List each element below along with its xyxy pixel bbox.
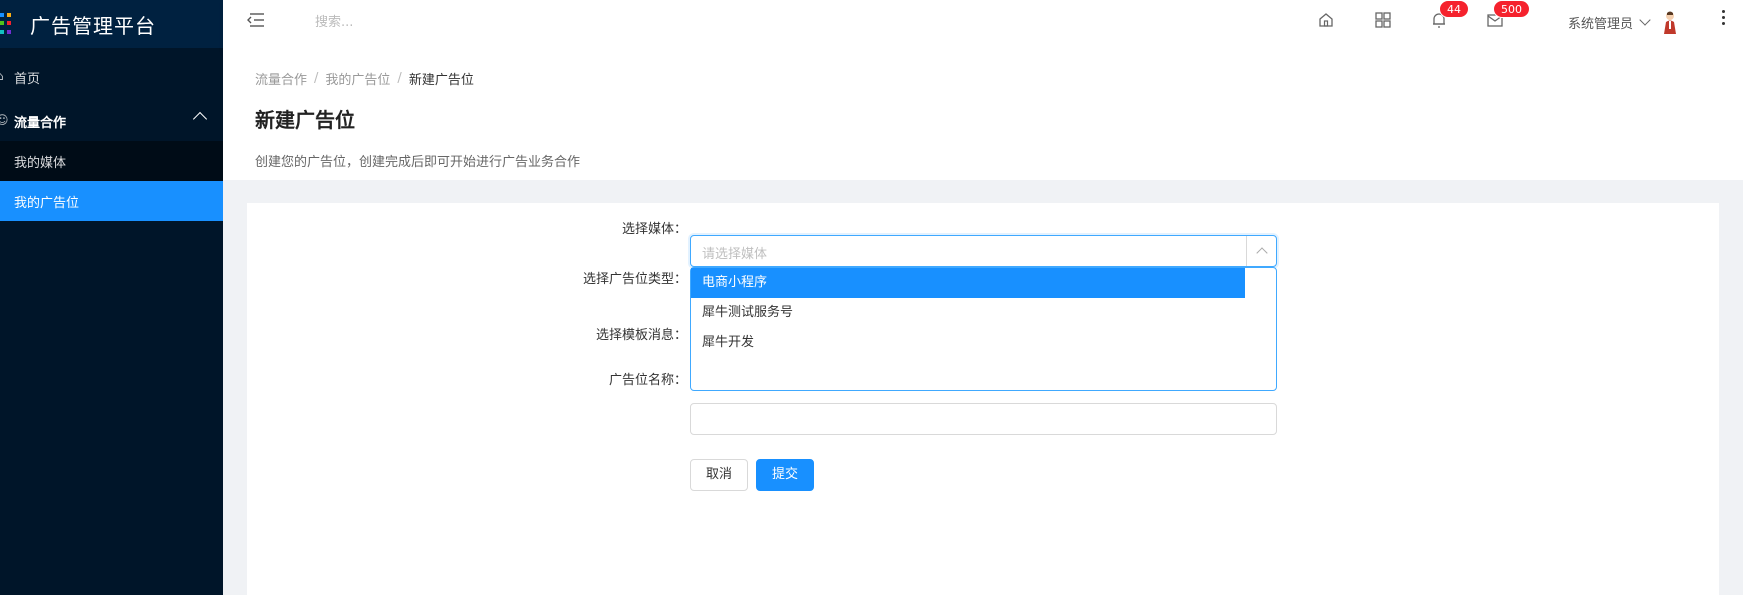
adslot-type-label: 选择广告位类型： xyxy=(582,272,687,287)
app-title: 广告管理平台 xyxy=(30,13,156,38)
media-select-placeholder: 请选择媒体 xyxy=(702,247,768,262)
sidebar-item-label: 流量合作 xyxy=(14,115,67,131)
apps-grid-icon[interactable] xyxy=(1373,10,1393,30)
cancel-button[interactable]: 取消 xyxy=(690,459,749,491)
home-icon: ⌂ xyxy=(0,70,8,82)
dropdown-option[interactable]: 犀牛开发 xyxy=(691,328,1245,358)
adslot-name-input[interactable] xyxy=(690,403,1277,435)
sidebar-item-home[interactable]: ⌂ 首页 xyxy=(0,57,223,97)
logo-icon xyxy=(0,13,14,35)
notification-badge: 44 xyxy=(1439,0,1469,18)
search-input[interactable] xyxy=(315,12,515,32)
more-vertical-icon[interactable] xyxy=(1720,10,1726,30)
app-logo[interactable]: 广告管理平台 xyxy=(0,0,223,48)
media-dropdown: 电商小程序 犀牛测试服务号 犀牛开发 xyxy=(690,267,1277,391)
breadcrumb-separator: / xyxy=(397,71,402,86)
dropdown-option[interactable]: 电商小程序 xyxy=(691,268,1245,298)
user-name: 系统管理员 xyxy=(1568,16,1634,32)
adslot-name-label: 广告位名称： xyxy=(608,373,687,388)
user-menu[interactable]: 系统管理员 xyxy=(1568,10,1679,34)
top-header: 44 500 系统管理员 xyxy=(223,0,1743,53)
breadcrumb: 流量合作 / 我的广告位 / 新建广告位 xyxy=(255,69,1743,88)
breadcrumb-separator: / xyxy=(314,71,319,86)
form-card: 选择媒体： 请选择媒体 选择广告位类型： 选择模板消息： 电商小程序 犀牛测试服… xyxy=(247,203,1719,595)
breadcrumb-item[interactable]: 流量合作 xyxy=(255,69,307,88)
media-label: 选择媒体： xyxy=(621,222,687,237)
select-arrow[interactable] xyxy=(1246,236,1276,266)
avatar[interactable] xyxy=(1661,10,1679,34)
messages-button[interactable]: 500 xyxy=(1485,0,1530,30)
chevron-up-icon xyxy=(192,111,208,127)
sidebar-item-label: 首页 xyxy=(14,71,41,87)
message-badge: 500 xyxy=(1493,0,1530,18)
chevron-up-icon xyxy=(1256,247,1268,259)
sidebar-submenu: 我的媒体 我的广告位 xyxy=(0,141,223,221)
home-icon[interactable] xyxy=(1316,10,1336,30)
notifications-button[interactable]: 44 xyxy=(1429,0,1469,30)
template-label: 选择模板消息： xyxy=(595,328,687,343)
page-title: 新建广告位 xyxy=(255,108,355,132)
submit-button[interactable]: 提交 xyxy=(756,459,815,491)
breadcrumb-item[interactable]: 我的广告位 xyxy=(325,69,390,88)
page-header: 流量合作 / 我的广告位 / 新建广告位 新建广告位 创建您的广告位，创建完成后… xyxy=(223,53,1743,180)
sidebar-item-label: 我的媒体 xyxy=(14,155,67,171)
page-description: 创建您的广告位，创建完成后即可开始进行广告业务合作 xyxy=(255,155,581,170)
sidebar: 广告管理平台 ⌂ 首页 ☺ 流量合作 我的媒体 我的广告位 xyxy=(0,0,223,595)
sidebar-item-my-media[interactable]: 我的媒体 xyxy=(0,141,223,181)
sidebar-item-my-adslots[interactable]: 我的广告位 xyxy=(0,181,223,221)
sidebar-item-label: 我的广告位 xyxy=(14,195,80,211)
breadcrumb-current: 新建广告位 xyxy=(408,73,474,88)
menu-fold-icon[interactable] xyxy=(247,12,265,28)
dropdown-option[interactable]: 犀牛测试服务号 xyxy=(691,298,1245,328)
user-icon: ☺ xyxy=(0,113,9,127)
sidebar-item-traffic[interactable]: ☺ 流量合作 xyxy=(0,101,223,141)
media-select[interactable]: 请选择媒体 xyxy=(690,235,1277,267)
chevron-down-icon xyxy=(1639,14,1651,26)
